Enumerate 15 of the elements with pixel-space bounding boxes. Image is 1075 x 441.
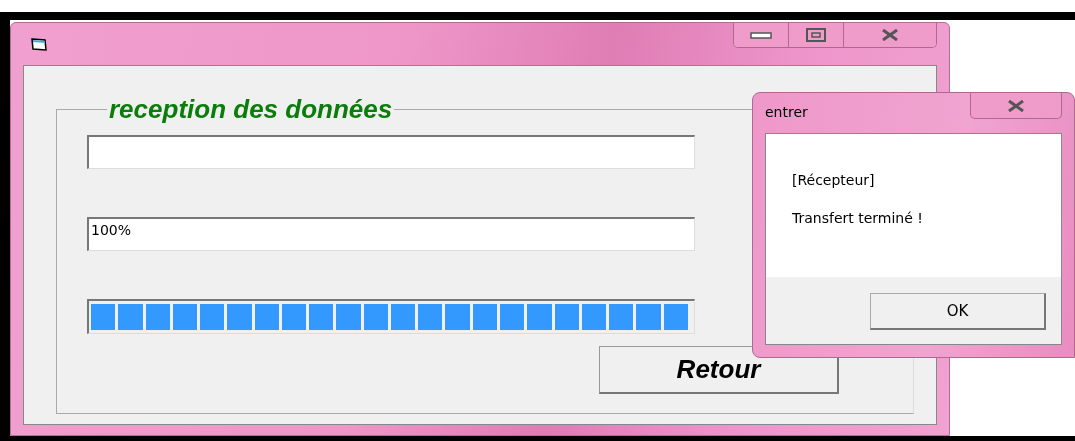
window-icon — [31, 37, 49, 53]
ok-button[interactable]: OK — [870, 293, 1046, 330]
dialog-title: entrer — [765, 104, 808, 120]
back-button[interactable]: Retour — [599, 346, 839, 394]
minimize-button[interactable] — [734, 23, 788, 47]
message-text: Transfert terminé ! — [792, 210, 924, 226]
close-button[interactable] — [843, 23, 936, 47]
message-text: [Récepteur] — [792, 172, 876, 188]
text-field[interactable] — [87, 135, 695, 169]
minimize-icon — [750, 31, 772, 39]
maximize-button[interactable] — [788, 23, 843, 47]
text-field[interactable]: 100% — [87, 217, 695, 251]
maximize-icon — [805, 27, 827, 43]
close-button[interactable] — [970, 93, 1062, 119]
group-title: reception des données — [108, 94, 394, 125]
